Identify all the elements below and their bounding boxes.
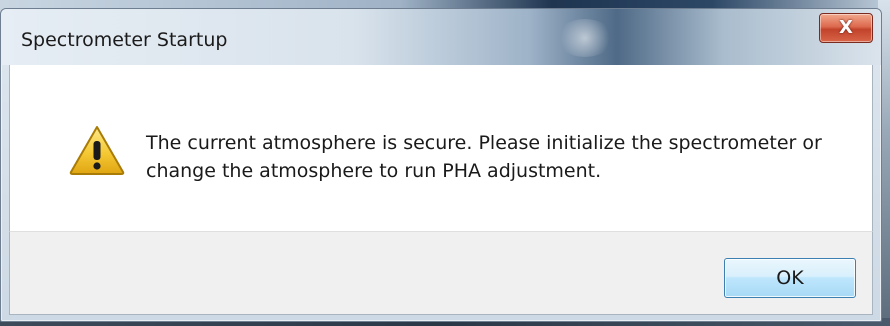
title-bar[interactable]: Spectrometer Startup X xyxy=(1,9,881,65)
window-title: Spectrometer Startup xyxy=(21,29,228,51)
message-line-2: change the atmosphere to run PHA adjustm… xyxy=(146,160,602,182)
button-bar: OK xyxy=(9,231,873,315)
close-button[interactable]: X xyxy=(819,13,873,43)
dialog-message: The current atmosphere is secure. Please… xyxy=(146,129,846,185)
close-icon: X xyxy=(839,17,853,38)
message-line-1: The current atmosphere is secure. Please… xyxy=(146,132,822,154)
ok-button[interactable]: OK xyxy=(724,258,856,298)
warning-icon xyxy=(69,126,125,175)
background-glow xyxy=(556,19,614,57)
dialog-window: Spectrometer Startup X The current atmos… xyxy=(0,8,882,322)
message-area: The current atmosphere is secure. Please… xyxy=(9,65,873,231)
